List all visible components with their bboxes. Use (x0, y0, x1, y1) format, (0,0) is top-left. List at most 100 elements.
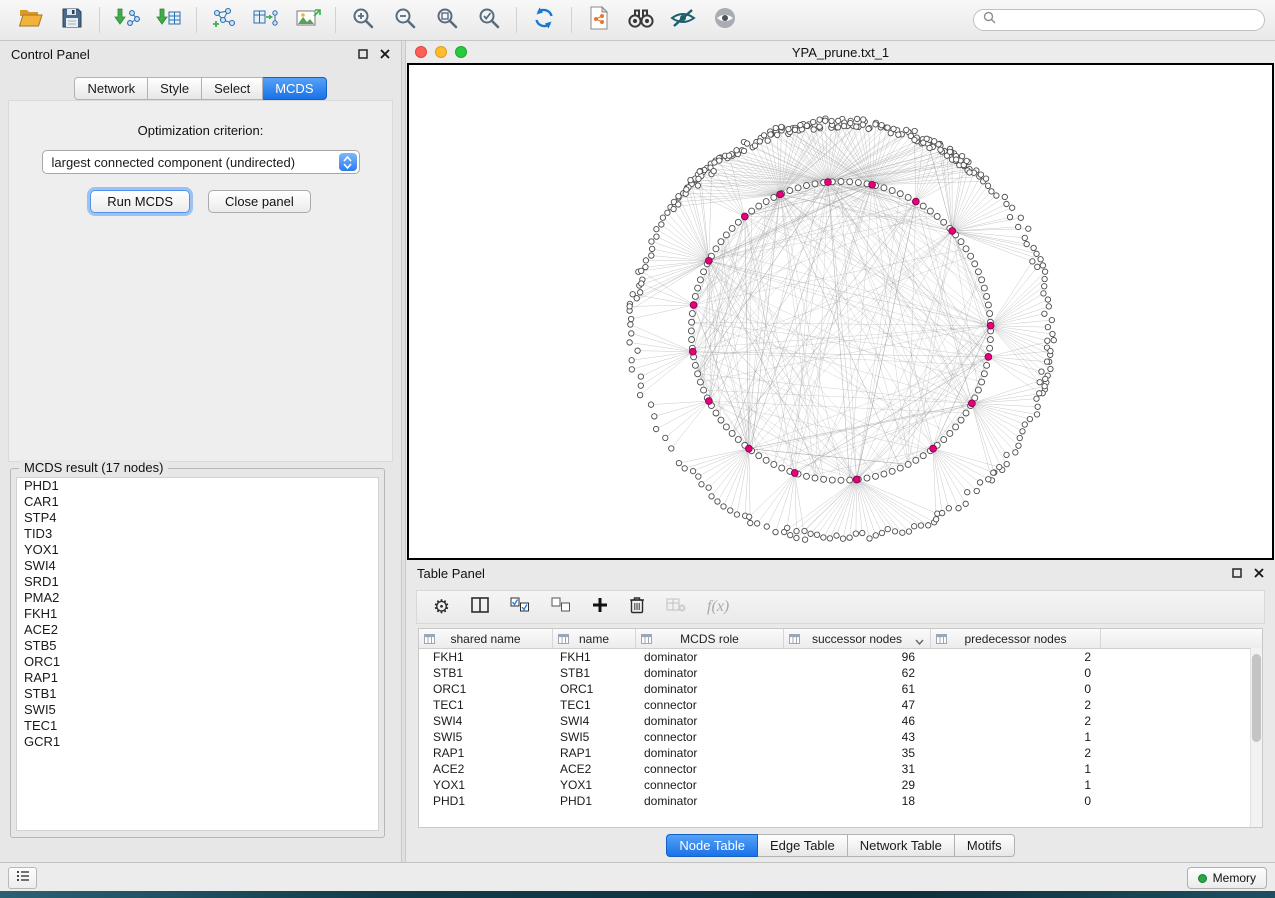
table-cell[interactable]: 18 (784, 794, 931, 808)
table-settings-button[interactable]: ⚙ (433, 598, 450, 617)
table-cell[interactable]: 0 (931, 794, 1101, 808)
tab-style[interactable]: Style (148, 77, 202, 100)
mcds-list-item[interactable]: STB5 (17, 638, 378, 654)
table-cell[interactable]: 47 (784, 698, 931, 712)
tab-select[interactable]: Select (202, 77, 263, 100)
table-cell[interactable]: dominator (636, 682, 784, 696)
memory-button[interactable]: Memory (1187, 867, 1267, 889)
table-cell[interactable]: RAP1 (553, 746, 636, 760)
hide-annotations-button[interactable] (663, 4, 703, 36)
table-row[interactable]: ACE2ACE2connector311 (419, 761, 1262, 777)
table-cell[interactable]: 61 (784, 682, 931, 696)
tab-motifs[interactable]: Motifs (955, 834, 1015, 857)
table-cell[interactable]: 2 (931, 650, 1101, 664)
show-graphics-button[interactable] (705, 4, 745, 36)
mcds-list-item[interactable]: ORC1 (17, 654, 378, 670)
column-header-predecessor-nodes[interactable]: predecessor nodes (931, 629, 1101, 648)
maximize-window-icon[interactable] (455, 46, 467, 58)
table-cell[interactable]: 62 (784, 666, 931, 680)
mcds-list-item[interactable]: TEC1 (17, 718, 378, 734)
search-network-button[interactable] (621, 4, 661, 36)
deselect-all-rows-button[interactable] (551, 597, 571, 618)
zoom-in-button[interactable] (343, 4, 383, 36)
table-cell[interactable]: YOX1 (553, 778, 636, 792)
table-row[interactable]: SWI5SWI5connector431 (419, 729, 1262, 745)
table-cell[interactable]: TEC1 (419, 698, 553, 712)
table-cell[interactable]: RAP1 (419, 746, 553, 760)
add-column-button[interactable] (592, 597, 608, 618)
table-row[interactable]: TEC1TEC1connector472 (419, 697, 1262, 713)
table-cell[interactable]: 31 (784, 762, 931, 776)
table-cell[interactable]: 0 (931, 682, 1101, 696)
minimize-window-icon[interactable] (435, 46, 447, 58)
table-cell[interactable]: 35 (784, 746, 931, 760)
scrollbar-thumb[interactable] (1252, 654, 1261, 742)
zoom-out-button[interactable] (385, 4, 425, 36)
table-cell[interactable]: FKH1 (553, 650, 636, 664)
table-cell[interactable]: connector (636, 762, 784, 776)
share-document-button[interactable] (579, 4, 619, 36)
import-network-button[interactable] (107, 4, 147, 36)
tab-network-table[interactable]: Network Table (848, 834, 955, 857)
table-row[interactable]: SWI4SWI4dominator462 (419, 713, 1262, 729)
mcds-list-item[interactable]: STB1 (17, 686, 378, 702)
table-cell[interactable]: 29 (784, 778, 931, 792)
import-table-button[interactable] (149, 4, 189, 36)
table-cell[interactable]: ORC1 (553, 682, 636, 696)
table-cell[interactable]: YOX1 (419, 778, 553, 792)
table-cell[interactable]: dominator (636, 666, 784, 680)
table-cell[interactable]: 96 (784, 650, 931, 664)
search-input[interactable] (1002, 12, 1255, 28)
zoom-selected-button[interactable] (469, 4, 509, 36)
table-cell[interactable]: ORC1 (419, 682, 553, 696)
table-row[interactable]: YOX1YOX1connector291 (419, 777, 1262, 793)
mcds-list-item[interactable]: CAR1 (17, 494, 378, 510)
close-window-icon[interactable] (415, 46, 427, 58)
table-cell[interactable]: connector (636, 698, 784, 712)
table-cell[interactable]: SWI5 (553, 730, 636, 744)
table-cell[interactable]: dominator (636, 650, 784, 664)
mcds-list-item[interactable]: ACE2 (17, 622, 378, 638)
mcds-list-item[interactable]: GCR1 (17, 734, 378, 750)
network-canvas[interactable] (407, 63, 1274, 560)
mcds-list-item[interactable]: FKH1 (17, 606, 378, 622)
tab-mcds[interactable]: MCDS (263, 77, 326, 100)
table-cell[interactable]: 2 (931, 714, 1101, 728)
export-image-button[interactable] (288, 4, 328, 36)
mcds-list-item[interactable]: STP4 (17, 510, 378, 526)
table-cell[interactable]: SWI5 (419, 730, 553, 744)
mcds-list-item[interactable]: PMA2 (17, 590, 378, 606)
run-mcds-button[interactable]: Run MCDS (90, 190, 190, 213)
table-cell[interactable]: TEC1 (553, 698, 636, 712)
tab-node-table[interactable]: Node Table (666, 834, 758, 857)
table-cell[interactable]: SWI4 (553, 714, 636, 728)
table-cell[interactable]: dominator (636, 714, 784, 728)
mcds-list-item[interactable]: TID3 (17, 526, 378, 542)
float-panel-icon[interactable] (1232, 566, 1242, 581)
table-cell[interactable]: SWI4 (419, 714, 553, 728)
tab-edge-table[interactable]: Edge Table (758, 834, 848, 857)
save-session-button[interactable] (52, 4, 92, 36)
table-cell[interactable]: 43 (784, 730, 931, 744)
new-network-button[interactable] (204, 4, 244, 36)
float-panel-icon[interactable] (358, 47, 368, 62)
zoom-fit-button[interactable] (427, 4, 467, 36)
table-cell[interactable]: ACE2 (419, 762, 553, 776)
column-header-name[interactable]: name (553, 629, 636, 648)
optimization-criterion-select[interactable]: largest connected component (undirected) (42, 150, 360, 174)
close-panel-icon[interactable] (1254, 566, 1264, 581)
table-cell[interactable]: dominator (636, 746, 784, 760)
table-cell[interactable]: STB1 (419, 666, 553, 680)
column-header-mcds-role[interactable]: MCDS role (636, 629, 784, 648)
mcds-list-item[interactable]: PHD1 (17, 478, 378, 494)
mcds-list-item[interactable]: SRD1 (17, 574, 378, 590)
table-scrollbar[interactable] (1250, 648, 1262, 827)
table-cell[interactable]: 2 (931, 746, 1101, 760)
tab-network[interactable]: Network (74, 77, 148, 100)
show-columns-button[interactable] (471, 597, 489, 618)
table-cell[interactable]: 1 (931, 762, 1101, 776)
mcds-list-item[interactable]: SWI5 (17, 702, 378, 718)
column-header-successor-nodes[interactable]: successor nodes (784, 629, 931, 648)
mcds-list-item[interactable]: YOX1 (17, 542, 378, 558)
table-cell[interactable]: 1 (931, 778, 1101, 792)
